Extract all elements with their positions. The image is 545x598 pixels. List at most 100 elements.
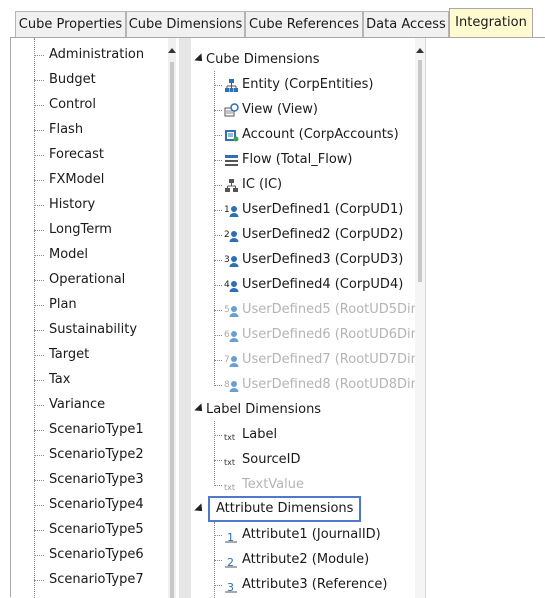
dimension-item-label: Flow (Total_Flow) bbox=[242, 152, 353, 167]
tree-connector bbox=[214, 310, 222, 311]
scenario-type-item[interactable]: Operational bbox=[49, 269, 125, 291]
dimension-item-label: IC (IC) bbox=[242, 177, 283, 192]
dimension-item-label: Label bbox=[242, 427, 278, 442]
scenario-type-item[interactable]: Tax bbox=[49, 369, 70, 391]
tab-cube-properties[interactable]: Cube Properties bbox=[15, 11, 126, 37]
dimension-item-account[interactable]: Account (CorpAccounts) bbox=[224, 124, 414, 146]
entity-hierarchy-icon bbox=[225, 79, 238, 92]
tree-connector bbox=[34, 380, 44, 381]
dimension-item-flow[interactable]: Flow (Total_Flow) bbox=[224, 149, 414, 171]
collapse-caret-icon[interactable] bbox=[194, 503, 206, 515]
scenario-type-item[interactable]: Administration bbox=[49, 44, 144, 66]
scenario-type-item[interactable]: Variance bbox=[49, 394, 105, 416]
dimension-item-label: UserDefined1 (CorpUD1) bbox=[242, 202, 404, 217]
tree-connector bbox=[34, 305, 44, 306]
scenario-type-item[interactable]: ScenarioType6 bbox=[49, 544, 144, 566]
tab-cube-dimensions[interactable]: Cube Dimensions bbox=[126, 11, 245, 37]
group-label-dimensions[interactable]: Label Dimensions bbox=[206, 399, 321, 421]
dimension-item-ud5[interactable]: 5 UserDefined5 (RootUD5Dim) bbox=[224, 299, 428, 321]
scenario-type-item[interactable]: Target bbox=[49, 344, 89, 366]
tree-connector bbox=[214, 85, 222, 86]
tab-integration[interactable]: Integration bbox=[449, 8, 533, 38]
dimension-item-label: UserDefined6 (RootUD6Dim) bbox=[242, 327, 429, 342]
scenario-type-item[interactable]: Model bbox=[49, 244, 88, 266]
txt-icon: txt bbox=[224, 483, 235, 492]
tree-connector bbox=[214, 110, 222, 111]
dimension-item-ud8[interactable]: 8 UserDefined8 (RootUD8Dim) bbox=[224, 374, 428, 396]
dimension-item-ic[interactable]: IC (IC) bbox=[224, 174, 414, 196]
scenario-type-item[interactable]: ScenarioType2 bbox=[49, 444, 144, 466]
ud4-icon: 4 bbox=[224, 280, 239, 292]
dimension-item-ud4[interactable]: 4 UserDefined4 (CorpUD4) bbox=[224, 274, 414, 296]
detail-pane bbox=[425, 38, 545, 598]
label-item-sourceid[interactable]: txt SourceID bbox=[224, 449, 414, 471]
scenario-type-item[interactable]: Control bbox=[49, 94, 96, 116]
scenario-type-item[interactable]: ScenarioType7 bbox=[49, 569, 144, 591]
scenario-type-item[interactable]: History bbox=[49, 194, 95, 216]
collapse-caret-icon[interactable] bbox=[194, 403, 206, 415]
collapse-caret-icon[interactable] bbox=[194, 53, 206, 65]
dimension-item-ud7[interactable]: 7 UserDefined7 (RootUD7Dim) bbox=[224, 349, 428, 371]
intercompany-icon bbox=[225, 179, 238, 192]
tree-connector bbox=[214, 185, 222, 186]
group-cube-dimensions[interactable]: Cube Dimensions bbox=[206, 49, 320, 71]
tree-connector bbox=[34, 55, 44, 56]
scenario-type-item[interactable]: ScenarioType4 bbox=[49, 494, 144, 516]
scenario-type-item[interactable]: FXModel bbox=[49, 169, 104, 191]
scenario-type-item[interactable]: Plan bbox=[49, 294, 77, 316]
attribute-item-3[interactable]: 3 Attribute3 (Reference) bbox=[224, 574, 414, 596]
tree-connector bbox=[214, 160, 222, 161]
scenario-type-item[interactable]: Budget bbox=[49, 69, 96, 91]
tree-connector bbox=[214, 235, 222, 236]
tab-cube-references[interactable]: Cube References bbox=[245, 11, 363, 37]
tab-data-access[interactable]: Data Access bbox=[363, 11, 449, 37]
scenario-type-item[interactable]: ScenarioType5 bbox=[49, 519, 144, 541]
scenario-type-item[interactable]: LongTerm bbox=[49, 219, 112, 241]
tree-connector bbox=[34, 480, 44, 481]
dimension-item-label: UserDefined3 (CorpUD3) bbox=[242, 252, 404, 267]
scenario-type-item[interactable]: Forecast bbox=[49, 144, 104, 166]
tree-connector bbox=[214, 135, 222, 136]
dimension-item-label: View (View) bbox=[242, 102, 318, 117]
tree-connector bbox=[214, 285, 222, 286]
attribute-number: 1 bbox=[227, 531, 234, 543]
tree-connector bbox=[34, 38, 35, 598]
scroll-up-arrow-icon[interactable] bbox=[168, 48, 176, 53]
tree-connector bbox=[214, 435, 222, 436]
tree-connector bbox=[214, 260, 222, 261]
dimension-item-ud6[interactable]: 6 UserDefined6 (RootUD6Dim) bbox=[224, 324, 428, 346]
txt-icon: txt bbox=[224, 433, 235, 442]
tree-connector bbox=[34, 355, 44, 356]
scenario-type-item[interactable]: ScenarioType3 bbox=[49, 469, 144, 491]
dimension-item-label: UserDefined7 (RootUD7Dim) bbox=[242, 352, 429, 367]
ud-number: 4 bbox=[224, 280, 230, 290]
dimension-item-ud1[interactable]: 1 UserDefined1 (CorpUD1) bbox=[224, 199, 414, 221]
dimension-item-label: Attribute2 (Module) bbox=[242, 552, 370, 567]
dimension-tree-scroll-thumb[interactable] bbox=[418, 60, 422, 282]
dimension-item-ud3[interactable]: 3 UserDefined3 (CorpUD3) bbox=[224, 249, 414, 271]
left-list-scroll-thumb[interactable] bbox=[170, 62, 174, 598]
label-item-textvalue[interactable]: txt TextValue bbox=[224, 474, 414, 496]
tree-connector bbox=[214, 421, 215, 486]
tree-connector bbox=[214, 560, 222, 561]
tree-connector bbox=[214, 535, 222, 536]
scenario-type-item[interactable]: Flash bbox=[49, 119, 83, 141]
ud-number: 2 bbox=[224, 230, 230, 240]
attribute-item-2[interactable]: 2 Attribute2 (Module) bbox=[224, 549, 414, 571]
dimension-item-ud2[interactable]: 2 UserDefined2 (CorpUD2) bbox=[224, 224, 414, 246]
ud3-icon: 3 bbox=[224, 255, 239, 267]
tree-connector bbox=[34, 555, 44, 556]
scenario-type-item[interactable]: Sustainability bbox=[49, 319, 137, 341]
dimension-item-entity[interactable]: Entity (CorpEntities) bbox=[224, 74, 414, 96]
dimension-item-label: UserDefined4 (CorpUD4) bbox=[242, 277, 404, 292]
group-attribute-dimensions[interactable]: Attribute Dimensions bbox=[208, 496, 362, 522]
dimension-item-view[interactable]: View (View) bbox=[224, 99, 414, 121]
attribute-item-1[interactable]: 1 Attribute1 (JournalID) bbox=[224, 524, 414, 546]
ud2-icon: 2 bbox=[224, 230, 239, 242]
account-icon bbox=[225, 130, 239, 142]
label-item-label[interactable]: txt Label bbox=[224, 424, 414, 446]
flow-icon bbox=[225, 155, 238, 166]
scroll-up-arrow-icon[interactable] bbox=[416, 48, 424, 53]
scenario-type-item[interactable]: ScenarioType1 bbox=[49, 419, 144, 441]
pane-splitter[interactable] bbox=[179, 38, 191, 598]
